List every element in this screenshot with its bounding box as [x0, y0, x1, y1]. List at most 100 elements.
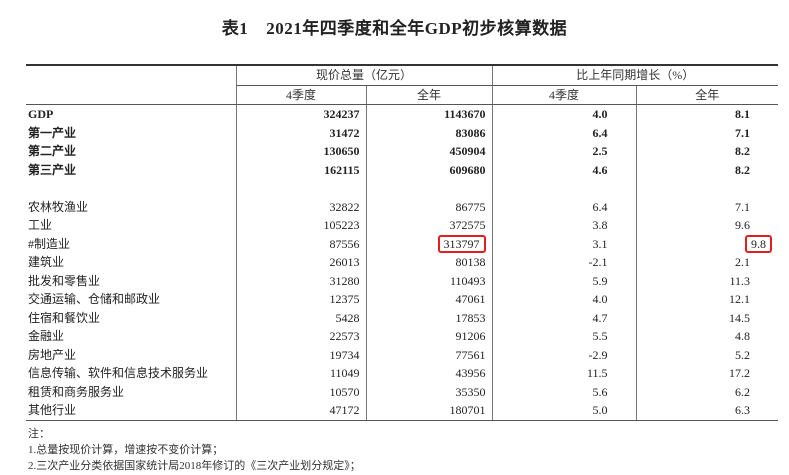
q4-total-cell: 162115 — [235, 160, 366, 179]
table-title-text: 2021年四季度和全年GDP初步核算数据 — [266, 19, 568, 38]
year-growth-cell: 9.8 — [635, 234, 779, 253]
header-current-price-total: 现价总量（亿元） — [235, 65, 493, 86]
q4-growth-cell: 5.0 — [491, 401, 637, 421]
q4-total-cell: 47172 — [235, 401, 366, 421]
row-name: 住宿和餐饮业 — [28, 310, 101, 325]
table-row: 第三产业 162115 609680 4.6 8.2 — [26, 160, 779, 179]
table-row: 租赁和商务服务业 10570 35350 5.6 6.2 — [26, 382, 779, 401]
header-yoy-growth: 比上年同期增长（%） — [491, 65, 779, 86]
q4-total-cell: 130650 — [235, 142, 366, 161]
q4-total-cell: 87556 — [235, 234, 366, 253]
table-number: 表1 — [221, 19, 249, 38]
year-total-cell: 450904 — [365, 142, 493, 161]
q4-total-cell: 12375 — [235, 290, 366, 309]
year-growth-cell: 7.1 — [635, 123, 779, 142]
year-total-cell: 80138 — [365, 253, 493, 272]
table-row: 住宿和餐饮业 5428 17853 4.7 14.5 — [26, 308, 779, 327]
q4-total-cell: 105223 — [235, 216, 366, 235]
row-name: 房地产业 — [28, 347, 77, 362]
q4-growth-cell: 5.6 — [491, 382, 637, 401]
year-growth-cell: 11.3 — [635, 271, 779, 290]
q4-growth-cell: 11.5 — [491, 364, 637, 383]
year-total-cell: 1143670 — [365, 104, 493, 124]
year-total-cell: 35350 — [365, 382, 493, 401]
year-growth-cell: 8.2 — [635, 160, 779, 179]
row-name: 批发和零售业 — [28, 273, 101, 288]
header-q4-total: 4季度 — [235, 85, 366, 105]
row-name: 第三产业 — [28, 162, 77, 177]
header-year-growth: 全年 — [635, 85, 779, 105]
q4-growth-cell: -2.9 — [491, 345, 637, 364]
q4-growth-cell: -2.1 — [491, 253, 637, 272]
q4-growth-cell: 4.0 — [491, 290, 637, 309]
gdp-table: 现价总量（亿元） 比上年同期增长（%） 4季度 全年 4季度 全年 GDP 32… — [26, 64, 779, 421]
year-total-cell: 86775 — [365, 197, 493, 216]
row-name: #制造业 — [28, 236, 71, 251]
q4-total-cell: 31472 — [235, 123, 366, 142]
row-name: 金融业 — [28, 329, 65, 343]
q4-growth-cell: 6.4 — [491, 123, 637, 142]
header-row-1: 现价总量（亿元） 比上年同期增长（%） — [26, 65, 779, 86]
table-title: 表1 2021年四季度和全年GDP初步核算数据 — [0, 14, 789, 39]
table-row: 交通运输、仓储和邮政业 12375 47061 4.0 12.1 — [26, 290, 779, 309]
row-name: 第二产业 — [28, 144, 77, 158]
q4-total-cell: 5428 — [235, 308, 366, 327]
header-row-2: 4季度 全年 4季度 全年 — [26, 85, 779, 105]
year-total-cell: 180701 — [365, 401, 493, 421]
row-name: 交通运输、仓储和邮政业 — [28, 292, 161, 306]
q4-growth-cell: 5.9 — [491, 271, 637, 290]
year-growth-cell: 2.1 — [635, 253, 779, 272]
row-name: 租赁和商务服务业 — [28, 384, 125, 399]
year-growth-cell: 6.2 — [635, 382, 779, 401]
year-total-cell: 609680 — [365, 160, 493, 179]
q4-growth-cell: 4.0 — [491, 104, 637, 124]
q4-growth-cell: 4.6 — [491, 160, 637, 179]
year-growth-cell: 7.1 — [635, 197, 779, 216]
table-row: 批发和零售业 31280 110493 5.9 11.3 — [26, 271, 779, 290]
year-growth-cell: 17.2 — [635, 364, 779, 383]
table-row: 其他行业 47172 180701 5.0 6.3 — [26, 401, 779, 421]
highlight-box: 9.8 — [745, 234, 773, 253]
header-year-total: 全年 — [365, 85, 493, 105]
table-row: 第二产业 130650 450904 2.5 8.2 — [26, 142, 779, 161]
header-corner-2 — [26, 85, 236, 105]
q4-total-cell: 19734 — [235, 345, 366, 364]
row-name: 其他行业 — [26, 401, 236, 421]
table-row: 第一产业 31472 83086 6.4 7.1 — [26, 123, 779, 142]
header-corner — [26, 65, 236, 85]
row-name: 第一产业 — [28, 125, 77, 140]
year-total-cell: 313797 — [365, 234, 493, 253]
table-row: 金融业 22573 91206 5.5 4.8 — [26, 327, 779, 346]
year-total-cell: 91206 — [365, 327, 493, 346]
table-row: GDP 324237 1143670 4.0 8.1 — [26, 104, 779, 124]
row-name: 信息传输、软件和信息技术服务业 — [28, 366, 209, 380]
table-row: 工业 105223 372575 3.8 9.6 — [26, 216, 779, 235]
year-total-cell: 110493 — [365, 271, 493, 290]
year-growth-cell: 9.6 — [635, 216, 779, 235]
q4-growth-cell: 3.8 — [491, 216, 637, 235]
table-row: 农林牧渔业 32822 86775 6.4 7.1 — [26, 197, 779, 216]
year-growth-cell: 12.1 — [635, 290, 779, 309]
header-q4-growth: 4季度 — [491, 85, 637, 105]
year-growth-cell: 5.2 — [635, 345, 779, 364]
row-name: GDP — [28, 107, 54, 121]
year-total-cell: 83086 — [365, 123, 493, 142]
q4-total-cell: 22573 — [235, 327, 366, 346]
note-line-2: 2.三次产业分类依据国家统计局2018年修订的《三次产业划分规定》； — [28, 460, 361, 472]
table-row: 房地产业 19734 77561 -2.9 5.2 — [26, 345, 779, 364]
table-row: 信息传输、软件和信息技术服务业 11049 43956 11.5 17.2 — [26, 364, 779, 383]
note-line-1: 1.总量按现价计算，增速按不变价计算； — [28, 444, 224, 456]
table-row: #制造业 87556 313797 3.1 9.8 — [26, 234, 779, 253]
q4-total-cell: 11049 — [235, 364, 366, 383]
table-row: 建筑业 26013 80138 -2.1 2.1 — [26, 253, 779, 272]
year-growth-cell: 8.2 — [635, 142, 779, 161]
q4-growth-cell: 3.1 — [491, 234, 637, 253]
year-growth-cell: 8.1 — [635, 104, 779, 124]
year-total-cell: 372575 — [365, 216, 493, 235]
year-growth-cell: 14.5 — [635, 308, 779, 327]
q4-total-cell: 324237 — [235, 104, 366, 124]
highlight-box: 313797 — [437, 234, 486, 253]
q4-total-cell: 10570 — [235, 382, 366, 401]
year-total-cell: 17853 — [365, 308, 493, 327]
row-name: 建筑业 — [28, 255, 65, 269]
